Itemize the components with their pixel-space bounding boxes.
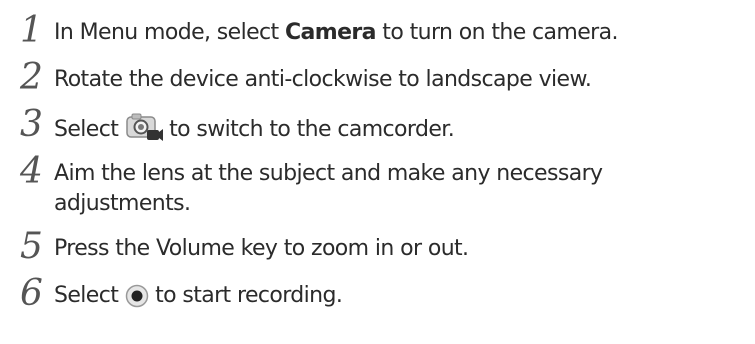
step-number: 5	[20, 226, 43, 267]
step-number: 1	[20, 10, 43, 51]
step-text: Aim the lens at the subject and make any…	[54, 159, 755, 219]
step-text: Press the Volume key to zoom in or out.	[54, 236, 469, 261]
step-text-line-2: adjustments.	[54, 191, 191, 216]
step-number: 4	[20, 151, 43, 192]
step-text: Select to switch to the camcorder.	[54, 112, 755, 145]
step-text: Select to start recording.	[54, 283, 343, 308]
camera-keyword: Camera	[284, 20, 377, 45]
step-number: 2	[20, 57, 43, 98]
step-text-line-1: Aim the lens at the subject and make any…	[54, 161, 603, 186]
step-text: In Menu mode, select Camera to turn on t…	[54, 20, 619, 45]
step-number: 6	[20, 273, 43, 314]
step-text: Rotate the device anti-clockwise to land…	[54, 67, 592, 92]
record-button-icon	[125, 284, 149, 308]
camera-camcorder-switch-icon	[125, 112, 163, 142]
step-number: 3	[20, 104, 43, 145]
instruction-steps: 1 In Menu mode, select Camera to turn on…	[0, 0, 755, 344]
